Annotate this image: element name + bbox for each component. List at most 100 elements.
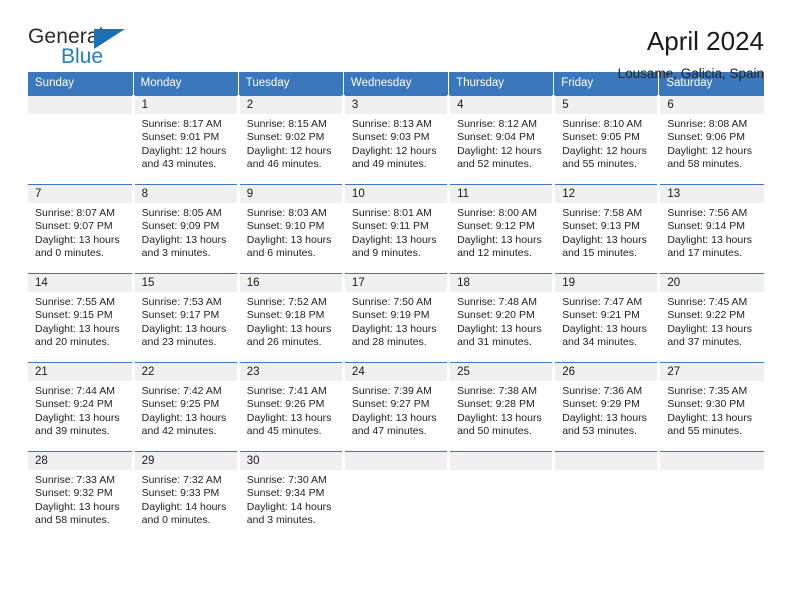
sunset-text: Sunset: 9:14 PM xyxy=(667,220,745,233)
calendar-day-cell[interactable]: 13 Sunrise: 7:56 AM Sunset: 9:14 PM Dayligh… xyxy=(658,184,764,274)
calendar-empty-cell xyxy=(658,451,764,544)
daylight-text-line1: Daylight: 13 hours xyxy=(246,322,332,335)
sunset-text: Sunset: 9:24 PM xyxy=(35,398,113,411)
sunset-text: Sunset: 9:15 PM xyxy=(35,309,113,322)
calendar-day-cell[interactable]: 17 Sunrise: 7:50 AM Sunset: 9:19 PM Dayligh… xyxy=(343,273,451,363)
daylight-text-line2: and 26 minutes. xyxy=(246,336,322,349)
sunrise-text: Sunrise: 7:38 AM xyxy=(457,385,538,397)
day-number xyxy=(660,452,764,470)
daylight-text-line1: Daylight: 12 hours xyxy=(141,144,227,157)
calendar-day-cell[interactable]: 20 Sunrise: 7:45 AM Sunset: 9:22 PM Dayligh… xyxy=(658,273,764,363)
daylight-text-line1: Daylight: 13 hours xyxy=(457,411,542,424)
sunset-text: Sunset: 9:02 PM xyxy=(246,131,325,144)
sunset-text: Sunset: 9:13 PM xyxy=(562,220,640,233)
calendar-empty-cell xyxy=(553,451,661,544)
day-details: Sunrise: 7:36 AM Sunset: 9:29 PM Daylight:… xyxy=(555,381,657,439)
calendar-day-cell[interactable]: 30 Sunrise: 7:30 AM Sunset: 9:34 PM Dayligh… xyxy=(238,451,345,544)
calendar-day-cell[interactable]: 15 Sunrise: 7:53 AM Sunset: 9:17 PM Dayligh… xyxy=(133,273,240,363)
day-details: Sunrise: 7:30 AM Sunset: 9:34 PM Daylight:… xyxy=(240,470,342,528)
day-number: 3 xyxy=(344,96,448,114)
day-details: Sunrise: 7:48 AM Sunset: 9:20 PM Daylight:… xyxy=(450,292,552,350)
daylight-text-line1: Daylight: 13 hours xyxy=(457,233,542,246)
weekday-header-thursday: Thursday xyxy=(448,72,555,96)
day-details: Sunrise: 7:58 AM Sunset: 9:13 PM Daylight:… xyxy=(555,203,657,261)
daylight-text-line1: Daylight: 14 hours xyxy=(141,500,227,513)
calendar-day-cell[interactable]: 12 Sunrise: 7:58 AM Sunset: 9:13 PM Dayligh… xyxy=(553,184,661,274)
calendar-day-cell[interactable]: 18 Sunrise: 7:48 AM Sunset: 9:20 PM Dayligh… xyxy=(448,273,556,363)
calendar-week-row: 1 Sunrise: 8:17 AM Sunset: 9:01 PM Daylight… xyxy=(28,95,764,185)
calendar-day-cell[interactable]: 11 Sunrise: 8:00 AM Sunset: 9:12 PM Dayligh… xyxy=(448,184,556,274)
day-details: Sunrise: 8:12 AM Sunset: 9:04 PM Daylight:… xyxy=(450,114,552,172)
sunset-text: Sunset: 9:27 PM xyxy=(351,398,430,411)
sunset-text: Sunset: 9:33 PM xyxy=(141,487,220,500)
daylight-text-line2: and 0 minutes. xyxy=(141,514,211,527)
calendar-day-cell[interactable]: 28 Sunrise: 7:33 AM Sunset: 9:32 PM Dayligh… xyxy=(28,451,135,544)
day-number: 2 xyxy=(239,96,342,114)
daylight-text-line1: Daylight: 13 hours xyxy=(562,322,647,335)
calendar-day-cell[interactable]: 14 Sunrise: 7:55 AM Sunset: 9:15 PM Dayligh… xyxy=(28,273,135,363)
calendar-day-cell[interactable]: 29 Sunrise: 7:32 AM Sunset: 9:33 PM Dayligh… xyxy=(133,451,240,544)
day-details: Sunrise: 7:35 AM Sunset: 9:30 PM Daylight:… xyxy=(660,381,764,439)
weekday-header-sunday: Sunday xyxy=(28,72,134,96)
calendar-day-cell[interactable]: 4 Sunrise: 8:12 AM Sunset: 9:04 PM Daylight… xyxy=(448,95,556,185)
calendar-day-cell[interactable]: 1 Sunrise: 8:17 AM Sunset: 9:01 PM Daylight… xyxy=(133,95,240,185)
page-title: April 2024 xyxy=(646,26,764,56)
sunrise-text: Sunrise: 7:30 AM xyxy=(246,474,327,486)
daylight-text-line2: and 55 minutes. xyxy=(562,158,637,171)
sunset-text: Sunset: 9:04 PM xyxy=(457,131,535,144)
day-number: 13 xyxy=(660,185,764,203)
day-number: 23 xyxy=(239,363,342,381)
daylight-text-line1: Daylight: 13 hours xyxy=(35,411,120,424)
sunrise-text: Sunrise: 7:35 AM xyxy=(667,385,748,397)
day-number: 24 xyxy=(344,363,448,381)
day-details: Sunrise: 7:42 AM Sunset: 9:25 PM Daylight:… xyxy=(135,381,237,439)
calendar-day-cell[interactable]: 26 Sunrise: 7:36 AM Sunset: 9:29 PM Dayligh… xyxy=(553,362,661,452)
day-number: 17 xyxy=(344,274,448,292)
calendar-day-cell[interactable]: 24 Sunrise: 7:39 AM Sunset: 9:27 PM Dayligh… xyxy=(343,362,451,452)
day-details: Sunrise: 7:47 AM Sunset: 9:21 PM Daylight:… xyxy=(555,292,657,350)
calendar-day-cell[interactable]: 25 Sunrise: 7:38 AM Sunset: 9:28 PM Dayligh… xyxy=(448,362,556,452)
daylight-text-line2: and 42 minutes. xyxy=(141,425,217,438)
sunrise-text: Sunrise: 7:39 AM xyxy=(351,385,432,397)
calendar-day-cell[interactable]: 9 Sunrise: 8:03 AM Sunset: 9:10 PM Daylight… xyxy=(238,184,345,274)
calendar-day-cell[interactable]: 5 Sunrise: 8:10 AM Sunset: 9:05 PM Daylight… xyxy=(553,95,661,185)
calendar-day-cell[interactable]: 21 Sunrise: 7:44 AM Sunset: 9:24 PM Dayligh… xyxy=(28,362,135,452)
sunrise-text: Sunrise: 7:42 AM xyxy=(141,385,222,397)
sunrise-text: Sunrise: 8:17 AM xyxy=(141,118,222,130)
sunset-text: Sunset: 9:21 PM xyxy=(562,309,640,322)
calendar-day-cell[interactable]: 2 Sunrise: 8:15 AM Sunset: 9:02 PM Daylight… xyxy=(238,95,345,185)
sunrise-text: Sunrise: 7:47 AM xyxy=(562,296,643,308)
day-number: 18 xyxy=(450,274,553,292)
day-number: 6 xyxy=(660,96,764,114)
daylight-text-line2: and 17 minutes. xyxy=(667,247,743,260)
daylight-text-line2: and 46 minutes. xyxy=(246,158,322,171)
calendar-day-cell[interactable]: 22 Sunrise: 7:42 AM Sunset: 9:25 PM Dayligh… xyxy=(133,362,240,452)
day-details: Sunrise: 8:01 AM Sunset: 9:11 PM Daylight:… xyxy=(345,203,447,261)
sunrise-text: Sunrise: 7:58 AM xyxy=(562,207,643,219)
day-details: Sunrise: 7:50 AM Sunset: 9:19 PM Daylight:… xyxy=(345,292,447,350)
calendar-empty-cell xyxy=(343,451,451,544)
calendar-day-cell[interactable]: 19 Sunrise: 7:47 AM Sunset: 9:21 PM Dayligh… xyxy=(553,273,661,363)
calendar-empty-cell xyxy=(448,451,556,544)
sunrise-text: Sunrise: 8:13 AM xyxy=(351,118,432,130)
calendar-day-cell[interactable]: 3 Sunrise: 8:13 AM Sunset: 9:03 PM Daylight… xyxy=(343,95,451,185)
daylight-text-line2: and 58 minutes. xyxy=(667,158,743,171)
daylight-text-line1: Daylight: 13 hours xyxy=(141,411,227,424)
calendar-day-cell[interactable]: 16 Sunrise: 7:52 AM Sunset: 9:18 PM Dayligh… xyxy=(238,273,345,363)
calendar-day-cell[interactable]: 7 Sunrise: 8:07 AM Sunset: 9:07 PM Daylight… xyxy=(28,184,135,274)
calendar-day-cell[interactable]: 8 Sunrise: 8:05 AM Sunset: 9:09 PM Daylight… xyxy=(133,184,240,274)
calendar-page: General Blue April 2024 Lousame, Galicia… xyxy=(0,0,792,612)
daylight-text-line2: and 28 minutes. xyxy=(351,336,427,349)
calendar-table: Sunday Monday Tuesday Wednesday Thursday… xyxy=(28,72,764,544)
day-details: Sunrise: 8:15 AM Sunset: 9:02 PM Daylight:… xyxy=(240,114,342,172)
sunrise-text: Sunrise: 7:53 AM xyxy=(141,296,222,308)
sunrise-text: Sunrise: 7:41 AM xyxy=(246,385,327,397)
sunset-text: Sunset: 9:34 PM xyxy=(246,487,325,500)
calendar-day-cell[interactable]: 27 Sunrise: 7:35 AM Sunset: 9:30 PM Dayligh… xyxy=(658,362,764,452)
day-number: 14 xyxy=(28,274,132,292)
calendar-day-cell[interactable]: 10 Sunrise: 8:01 AM Sunset: 9:11 PM Dayligh… xyxy=(343,184,451,274)
day-number: 9 xyxy=(239,185,342,203)
calendar-day-cell[interactable]: 6 Sunrise: 8:08 AM Sunset: 9:06 PM Daylight… xyxy=(658,95,764,185)
sunrise-text: Sunrise: 8:10 AM xyxy=(562,118,643,130)
calendar-day-cell[interactable]: 23 Sunrise: 7:41 AM Sunset: 9:26 PM Dayligh… xyxy=(238,362,345,452)
